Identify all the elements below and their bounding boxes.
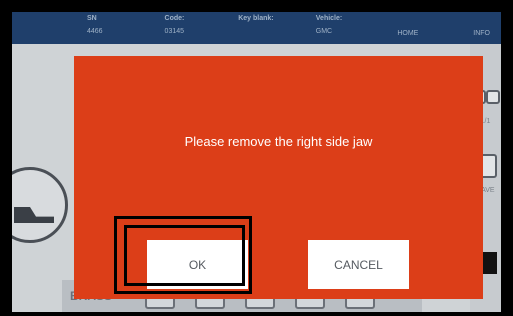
code-label: Code: (164, 15, 185, 22)
vehicle-label: Vehicle: (315, 15, 343, 22)
info-button[interactable]: INFO (462, 12, 501, 37)
machine-screen: SN 4466 Code: 03145 Key blank: Vehicle: … (12, 12, 501, 312)
confirmation-dialog: Please remove the right side jaw OK CANC… (74, 56, 483, 299)
vehicle-value: GMC (315, 28, 333, 35)
header-bar: SN 4466 Code: 03145 Key blank: Vehicle: … (12, 12, 501, 44)
zoom-in-icon[interactable] (486, 90, 500, 104)
code-value: 03145 (164, 28, 185, 35)
ok-button[interactable]: OK (147, 240, 248, 289)
cancel-button[interactable]: CANCEL (308, 240, 409, 289)
sn-field: SN 4466 (87, 12, 165, 44)
code-field: Code: 03145 (165, 12, 239, 44)
home-button[interactable]: HOME (388, 12, 427, 37)
jaw-diagram-circle (12, 167, 68, 243)
key-blank-label: Key blank: (238, 15, 274, 22)
sn-value: 4466 (87, 28, 103, 35)
dialog-message: Please remove the right side jaw (184, 134, 373, 149)
vehicle-field: Vehicle: GMC (316, 12, 389, 44)
sn-label: SN (87, 15, 97, 22)
key-blank-field: Key blank: (238, 12, 316, 44)
